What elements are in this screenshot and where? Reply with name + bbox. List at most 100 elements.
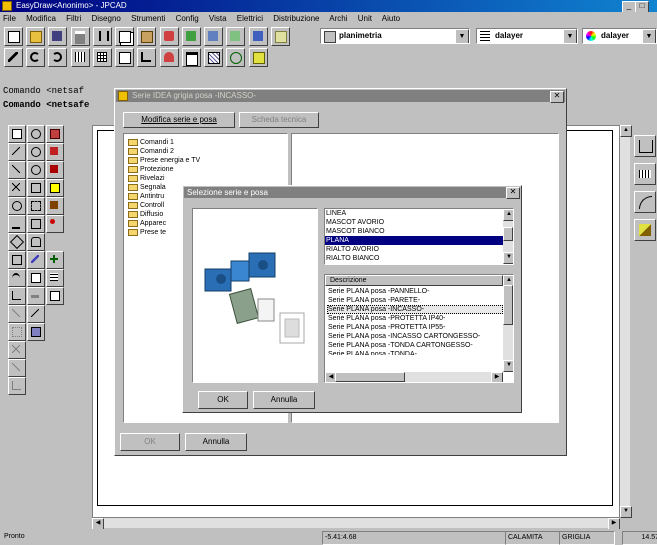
serie-ok-button[interactable]: OK (120, 433, 180, 451)
erase-icon[interactable] (27, 323, 45, 341)
layers-icon[interactable] (181, 27, 201, 46)
save-view-icon[interactable] (46, 287, 64, 305)
description-item[interactable]: Serie PLANA posa -INCASSO CARTONGESSO- (327, 332, 503, 341)
series-scrollbar[interactable]: ▲ ▼ (503, 209, 513, 264)
color-combo-dalayer[interactable]: dalayer ▼ (582, 28, 657, 44)
save-icon[interactable] (48, 27, 68, 46)
paste-icon[interactable] (137, 27, 157, 46)
description-vscrollbar[interactable]: ▲ ▼ (503, 275, 513, 372)
griglia-toggle[interactable]: GRIGLIA (559, 531, 615, 545)
table-tool-icon[interactable] (46, 269, 64, 287)
scroll-thumb[interactable] (503, 227, 513, 241)
hatch-tool-icon[interactable] (27, 269, 45, 287)
line-icon[interactable] (8, 143, 26, 161)
redo-icon[interactable] (48, 48, 68, 67)
scroll-down-button[interactable]: ▼ (503, 360, 513, 372)
undo-icon[interactable] (26, 48, 46, 67)
menu-distribuzione[interactable]: Distribuzione (273, 14, 319, 23)
copy-icon[interactable] (115, 27, 135, 46)
snap-icon[interactable] (115, 48, 135, 67)
series-item[interactable]: RIALTO BIANCO (325, 254, 513, 263)
zoom-all-icon[interactable] (27, 197, 45, 215)
zoom-plus-icon[interactable] (27, 143, 45, 161)
heart-outline-icon[interactable] (226, 48, 246, 67)
menu-unit[interactable]: Unit (358, 14, 372, 23)
heart-icon[interactable] (270, 27, 290, 46)
menu-archi[interactable]: Archi (329, 14, 347, 23)
description-hscrollbar[interactable]: ◀ ▶ (325, 372, 503, 382)
arc-icon[interactable] (8, 269, 26, 287)
horizontal-scrollbar[interactable]: ◀ ▶ (92, 518, 620, 530)
check-icon[interactable] (248, 48, 268, 67)
series-item[interactable]: RIALTO AVORIO (325, 245, 513, 254)
book-icon[interactable] (46, 143, 64, 161)
layer-combo-dalayer[interactable]: dalayer ▼ (476, 28, 578, 44)
fillet-icon[interactable] (8, 377, 26, 395)
trim-icon[interactable] (27, 305, 45, 323)
print-icon[interactable] (70, 27, 90, 46)
print-preview-icon[interactable] (248, 27, 268, 46)
description-item[interactable]: Serie PLANA posa -PROTETTA IP55- (327, 323, 503, 332)
grid-icon[interactable] (92, 48, 112, 67)
chevron-down-icon[interactable]: ▼ (455, 29, 469, 43)
description-item[interactable]: Serie PLANA posa -PROTETTA IP40- (327, 314, 503, 323)
vertical-scrollbar[interactable]: ▲ ▼ (620, 125, 632, 518)
menu-aiuto[interactable]: Aiuto (382, 14, 400, 23)
close-icon[interactable]: ✕ (506, 187, 520, 199)
circle-icon[interactable] (8, 197, 26, 215)
edit-icon[interactable] (27, 251, 45, 269)
tab-scheda-tecnica[interactable]: Scheda tecnica (239, 112, 319, 128)
dimension-icon[interactable] (8, 215, 26, 233)
tree-item[interactable]: Comandi 2 (128, 147, 200, 156)
selection-cancel-button[interactable]: Annulla (253, 391, 315, 409)
series-item[interactable]: MASCOT BIANCO (325, 227, 513, 236)
tab-modifica-serie[interactable]: Modifica serie e posa (123, 112, 235, 128)
pan-hand-icon[interactable] (27, 233, 45, 251)
hatch-icon[interactable] (204, 48, 224, 67)
pushpin-icon[interactable] (46, 215, 64, 233)
stairs-icon[interactable] (634, 219, 656, 241)
menu-modifica[interactable]: Modifica (26, 14, 56, 23)
menu-file[interactable]: File (3, 14, 16, 23)
rectangle-icon[interactable] (8, 251, 26, 269)
scroll-down-button[interactable]: ▼ (620, 506, 632, 518)
mirror-icon[interactable] (8, 359, 26, 377)
properties-icon[interactable] (8, 125, 26, 143)
tree-item[interactable]: Rivelazi (128, 174, 200, 183)
series-item[interactable]: LINEA (325, 209, 513, 218)
table-icon[interactable] (70, 48, 90, 67)
cut-icon[interactable] (92, 27, 112, 46)
library-icon[interactable] (46, 125, 64, 143)
description-item-selected[interactable]: Serie PLANA posa -INCASSO- (327, 305, 503, 314)
scroll-thumb[interactable] (503, 285, 513, 325)
picture-icon[interactable] (226, 27, 246, 46)
people-icon[interactable] (159, 48, 179, 67)
spline-icon[interactable] (8, 323, 26, 341)
block-icon[interactable] (46, 161, 64, 179)
image-icon[interactable] (46, 197, 64, 215)
distance-icon[interactable] (27, 287, 45, 305)
move-icon[interactable] (46, 251, 64, 269)
tree-item[interactable]: Protezione (128, 165, 200, 174)
pencil-icon[interactable] (4, 48, 23, 67)
wall-icon[interactable] (634, 163, 656, 185)
chevron-down-icon[interactable]: ▼ (563, 29, 577, 43)
menu-elettrici[interactable]: Elettrici (237, 14, 263, 23)
door-icon[interactable] (634, 191, 656, 213)
diagonal-icon[interactable] (8, 305, 26, 323)
close-icon[interactable]: ✕ (550, 91, 564, 103)
description-item[interactable]: Serie PLANA posa -TONDA CARTONGESSO- (327, 341, 503, 350)
scroll-right-button[interactable]: ▶ (491, 372, 503, 382)
arc-tool-icon[interactable] (8, 287, 26, 305)
open-folder-icon[interactable] (26, 27, 46, 46)
series-item-selected[interactable]: PLANA (325, 236, 513, 245)
zoom-extents-icon[interactable] (27, 179, 45, 197)
new-file-icon[interactable] (4, 27, 23, 46)
scroll-thumb[interactable] (335, 372, 405, 382)
text-icon[interactable] (46, 179, 64, 197)
menu-config[interactable]: Config (176, 14, 199, 23)
zoom-prev-icon[interactable] (27, 215, 45, 233)
app-icon[interactable] (2, 1, 12, 11)
cross-icon[interactable] (8, 179, 26, 197)
description-item[interactable]: Serie PLANA posa -PANNELLO- (327, 287, 503, 296)
